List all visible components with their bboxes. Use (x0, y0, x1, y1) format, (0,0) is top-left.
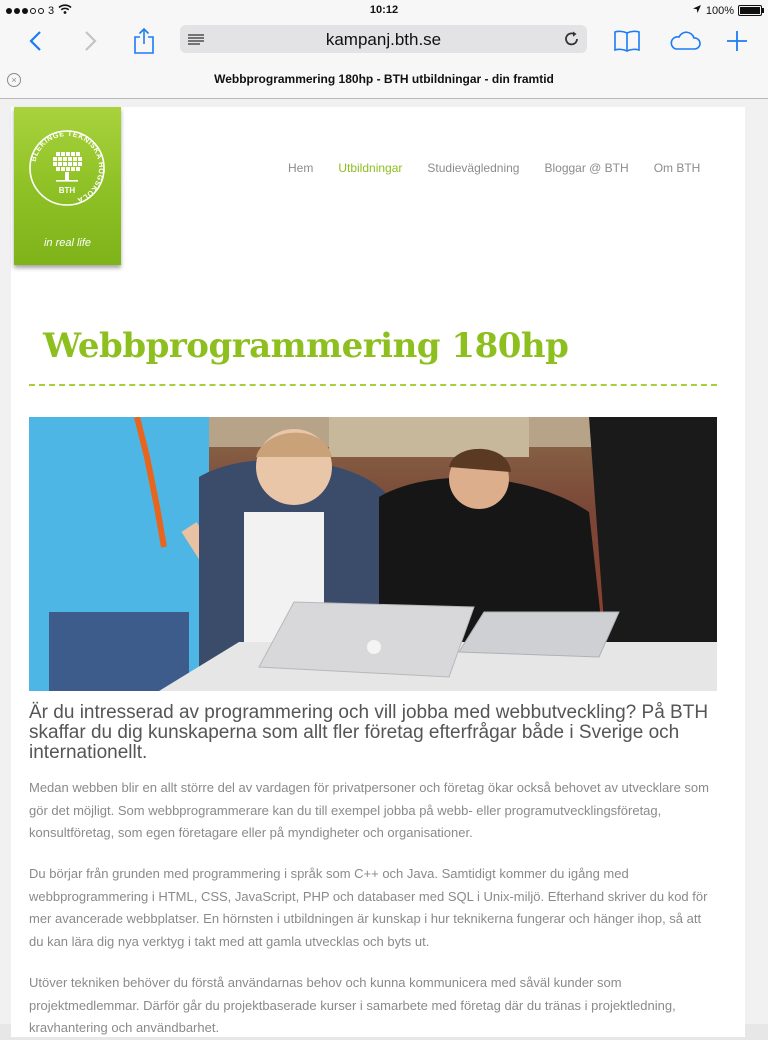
nav-item-om-bth[interactable]: Om BTH (654, 161, 701, 175)
hero-image (29, 417, 717, 691)
status-right: 100% (692, 4, 764, 17)
lead-paragraph: Är du intresserad av programmering och v… (29, 702, 709, 763)
reload-icon[interactable] (565, 31, 579, 52)
status-bar: 3 10:12 100% (0, 0, 768, 22)
nav-item-studievagledning[interactable]: Studievägledning (427, 161, 519, 175)
bth-seal-icon: BLEKINGE TEKNISKA HÖGSKOLA BTH (29, 129, 106, 206)
location-arrow-icon (692, 4, 702, 17)
logo-tagline: in real life (43, 237, 92, 249)
body-paragraph: Medan webben blir en allt större del av … (29, 780, 709, 840)
url-text: kampanj.bth.se (325, 30, 442, 49)
nav-item-utbildningar[interactable]: Utbildningar (338, 161, 402, 175)
address-bar[interactable]: kampanj.bth.se (180, 25, 587, 53)
status-time: 10:12 (369, 4, 399, 16)
nav-item-hem[interactable]: Hem (288, 161, 313, 175)
battery-percent: 100% (705, 4, 734, 17)
page-title: Webbprogrammering 180hp (43, 326, 569, 366)
body-paragraph: Du börjar från grunden med programmering… (29, 866, 708, 949)
title-divider (29, 384, 717, 386)
share-icon[interactable] (129, 26, 159, 56)
logo-abbr: BTH (59, 186, 76, 195)
body-paragraph: Utöver tekniken behöver du förstå använd… (29, 975, 676, 1035)
nav-item-bloggar[interactable]: Bloggar @ BTH (544, 161, 628, 175)
bth-logo[interactable]: BLEKINGE TEKNISKA HÖGSKOLA BTH in real l… (14, 107, 121, 265)
battery-icon (738, 5, 764, 16)
icloud-tabs-icon[interactable] (667, 26, 703, 56)
tab-title[interactable]: Webbprogrammering 180hp - BTH utbildning… (0, 72, 768, 86)
forward-icon[interactable] (76, 26, 106, 56)
tab-bar: × Webbprogrammering 180hp - BTH utbildni… (0, 66, 768, 94)
bookmarks-icon[interactable] (612, 26, 642, 56)
main-nav: Hem Utbildningar Studievägledning Blogga… (288, 161, 700, 175)
new-tab-icon[interactable] (722, 26, 752, 56)
browser-chrome: 3 10:12 100% kampanj.bth.se × Webbprogra… (0, 0, 768, 99)
back-icon[interactable] (20, 26, 50, 56)
browser-toolbar: kampanj.bth.se (0, 22, 768, 62)
